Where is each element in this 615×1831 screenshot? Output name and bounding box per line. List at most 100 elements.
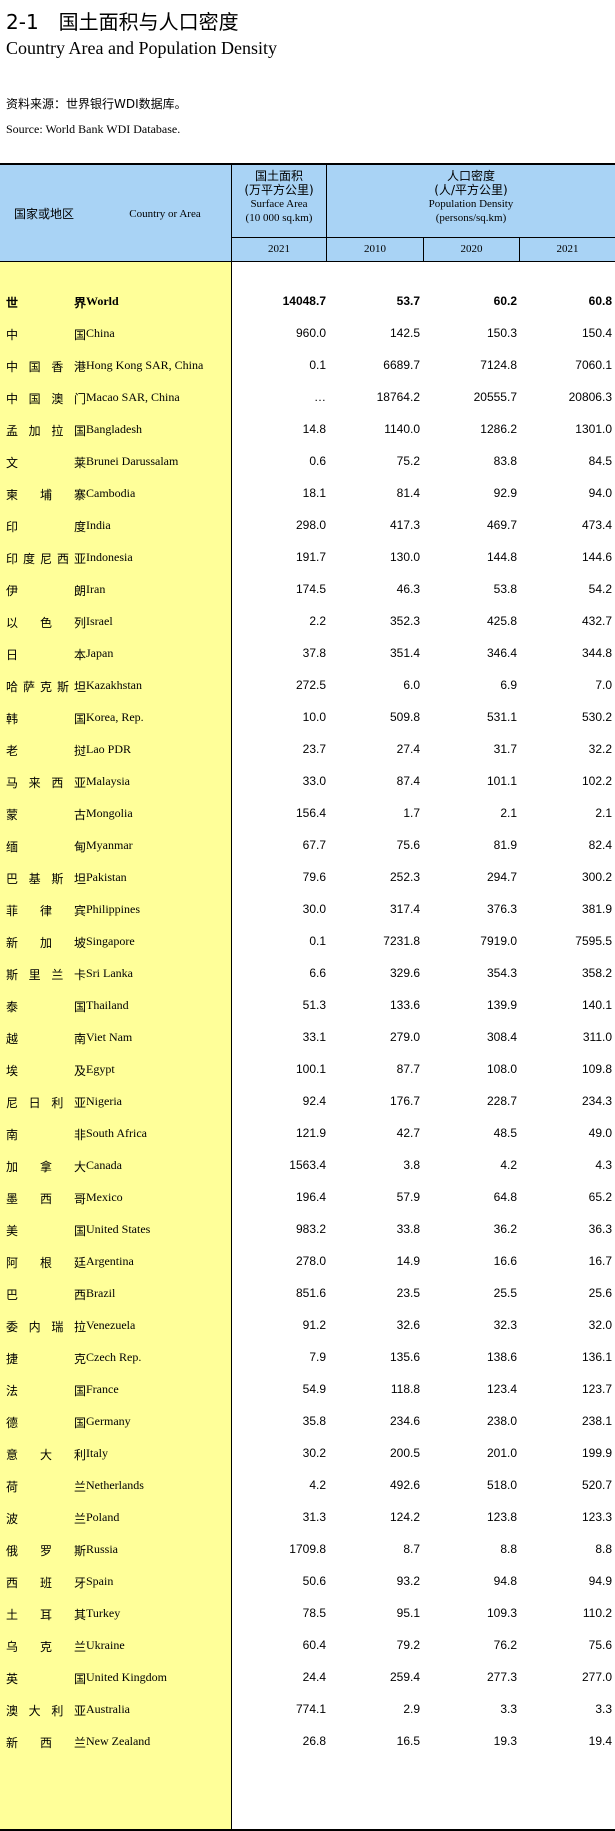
cell-density-2021: 311.0	[582, 1030, 612, 1044]
table-row: 巴西 Brazil 851.6 23.5 25.5 25.6	[0, 1278, 615, 1310]
table-row: 中国澳门 Macao SAR, China … 18764.2 20555.7 20806…	[0, 382, 615, 414]
cell-country-cn: 世界	[6, 296, 86, 310]
cell-country-cn: 马来西亚	[6, 776, 86, 790]
table-row: 尼日利亚 Nigeria 92.4 176.7 228.7 234.3	[0, 1086, 615, 1118]
cell-country-en: Bangladesh	[86, 422, 142, 436]
cell-country-cn: 中国	[6, 328, 86, 342]
cell-surface-area-2021: 31.3	[302, 1510, 326, 1524]
cell-density-2021: 94.0	[588, 486, 612, 500]
cell-density-2020: 31.7	[493, 742, 517, 756]
cell-density-2010: 81.4	[396, 486, 420, 500]
cell-country-cn: 土耳其	[6, 1608, 86, 1622]
table-row: 美国 United States 983.2 33.8 36.2 36.3	[0, 1214, 615, 1246]
source-note-cn: 资料来源：世界银行WDI数据库。	[6, 97, 187, 111]
cell-density-2020: 123.4	[486, 1382, 517, 1396]
cell-surface-area-2021: 298.0	[295, 518, 326, 532]
cell-density-2020: 36.2	[493, 1222, 517, 1236]
cell-density-2021: 123.3	[581, 1510, 612, 1524]
cell-density-2020: 3.3	[500, 1702, 517, 1716]
cell-density-2010: 124.2	[389, 1510, 420, 1524]
cell-density-2020: 8.8	[500, 1542, 517, 1556]
cell-country-en: World	[86, 294, 119, 308]
cell-density-2010: 3.8	[403, 1158, 420, 1172]
header-divider	[231, 237, 615, 238]
cell-density-2021: 358.2	[581, 966, 612, 980]
cell-density-2021: 344.8	[581, 646, 612, 660]
cell-density-2021: 144.6	[581, 550, 612, 564]
cell-country-cn: 澳大利亚	[6, 1704, 86, 1718]
cell-density-2020: 150.3	[486, 326, 517, 340]
cell-density-2020: 60.2	[493, 294, 517, 308]
table-row: 荷兰 Netherlands 4.2 492.6 518.0 520.7	[0, 1470, 615, 1502]
cell-density-2020: 2.1	[500, 806, 517, 820]
cell-country-cn: 巴基斯坦	[6, 872, 86, 886]
cell-surface-area-2021: 6.6	[309, 966, 326, 980]
cell-density-2020: 53.8	[493, 582, 517, 596]
cell-density-2010: 27.4	[396, 742, 420, 756]
cell-density-2021: 3.3	[595, 1702, 612, 1716]
cell-country-en: Malaysia	[86, 774, 130, 788]
cell-density-2020: 1286.2	[480, 422, 517, 436]
cell-density-2020: 25.5	[493, 1286, 517, 1300]
cell-country-cn: 中国香港	[6, 360, 86, 374]
table-row: 乌克兰 Ukraine 60.4 79.2 76.2 75.6	[0, 1630, 615, 1662]
cell-country-en: Italy	[86, 1446, 108, 1460]
table-row: 文莱 Brunei Darussalam 0.6 75.2 83.8 84.5	[0, 446, 615, 478]
cell-surface-area-2021: 24.4	[302, 1670, 326, 1684]
cell-country-en: Spain	[86, 1574, 114, 1588]
cell-density-2010: 7231.8	[383, 934, 420, 948]
cell-country-cn: 越南	[6, 1032, 86, 1046]
cell-surface-area-2021: 33.1	[302, 1030, 326, 1044]
cell-density-2010: 2.9	[403, 1702, 420, 1716]
cell-country-en: Japan	[86, 646, 114, 660]
table-row: 新西兰 New Zealand 26.8 16.5 19.3 19.4	[0, 1726, 615, 1758]
cell-density-2021: 4.3	[595, 1158, 612, 1172]
cell-country-en: Viet Nam	[86, 1030, 133, 1044]
cell-country-en: Nigeria	[86, 1094, 122, 1108]
table-row: 阿根廷 Argentina 278.0 14.9 16.6 16.7	[0, 1246, 615, 1278]
table-body: 世界 World 14048.7 53.7 60.2 60.8 中国 China 960.0 14…	[0, 262, 615, 1831]
cell-country-cn: 英国	[6, 1672, 86, 1686]
cell-density-2010: 32.6	[396, 1318, 420, 1332]
cell-density-2010: 329.6	[389, 966, 420, 980]
cell-density-2010: 87.4	[396, 774, 420, 788]
cell-density-2020: 144.8	[486, 550, 517, 564]
cell-country-cn: 意大利	[6, 1448, 86, 1462]
cell-country-en: Brazil	[86, 1286, 116, 1300]
table-rows: 世界 World 14048.7 53.7 60.2 60.8 中国 China 960.0 14…	[0, 286, 615, 1758]
cell-surface-area-2021: 7.9	[309, 1350, 326, 1364]
cell-surface-area-2021: 30.2	[302, 1446, 326, 1460]
cell-country-cn: 哈萨克斯坦	[6, 680, 86, 694]
table-row: 印度尼西亚 Indonesia 191.7 130.0 144.8 144.6	[0, 542, 615, 574]
cell-country-cn: 缅甸	[6, 840, 86, 854]
table-row: 中国 China 960.0 142.5 150.3 150.4	[0, 318, 615, 350]
cell-density-2010: 417.3	[389, 518, 420, 532]
cell-surface-area-2021: 67.7	[302, 838, 326, 852]
table-row: 哈萨克斯坦 Kazakhstan 272.5 6.0 6.9 7.0	[0, 670, 615, 702]
table-row: 斯里兰卡 Sri Lanka 6.6 329.6 354.3 358.2	[0, 958, 615, 990]
cell-density-2020: 7919.0	[480, 934, 517, 948]
cell-country-en: Ukraine	[86, 1638, 125, 1652]
cell-country-cn: 波兰	[6, 1512, 86, 1526]
table-row: 德国 Germany 35.8 234.6 238.0 238.1	[0, 1406, 615, 1438]
cell-density-2010: 176.7	[389, 1094, 420, 1108]
cell-density-2021: 20806.3	[568, 390, 612, 404]
cell-density-2021: 234.3	[581, 1094, 612, 1108]
cell-density-2020: 83.8	[493, 454, 517, 468]
cell-country-cn: 文莱	[6, 456, 86, 470]
table-row: 越南 Viet Nam 33.1 279.0 308.4 311.0	[0, 1022, 615, 1054]
cell-density-2021: 150.4	[581, 326, 612, 340]
cell-density-2010: 133.6	[389, 998, 420, 1012]
page-title-en: Country Area and Population Density	[6, 38, 277, 58]
cell-surface-area-2021: 851.6	[295, 1286, 326, 1300]
table-row: 英国 United Kingdom 24.4 259.4 277.3 277.0	[0, 1662, 615, 1694]
page-title-cn: 2-1 国土面积与人口密度	[6, 10, 239, 34]
cell-density-2020: 94.8	[493, 1574, 517, 1588]
cell-density-2010: 352.3	[389, 614, 420, 628]
cell-density-2010: 53.7	[396, 294, 420, 308]
cell-density-2021: 32.0	[588, 1318, 612, 1332]
cell-country-en: Korea, Rep.	[86, 710, 144, 724]
cell-surface-area-2021: 1709.8	[289, 1542, 326, 1556]
cell-density-2020: 123.8	[486, 1510, 517, 1524]
cell-country-en: Hong Kong SAR, China	[86, 358, 204, 372]
